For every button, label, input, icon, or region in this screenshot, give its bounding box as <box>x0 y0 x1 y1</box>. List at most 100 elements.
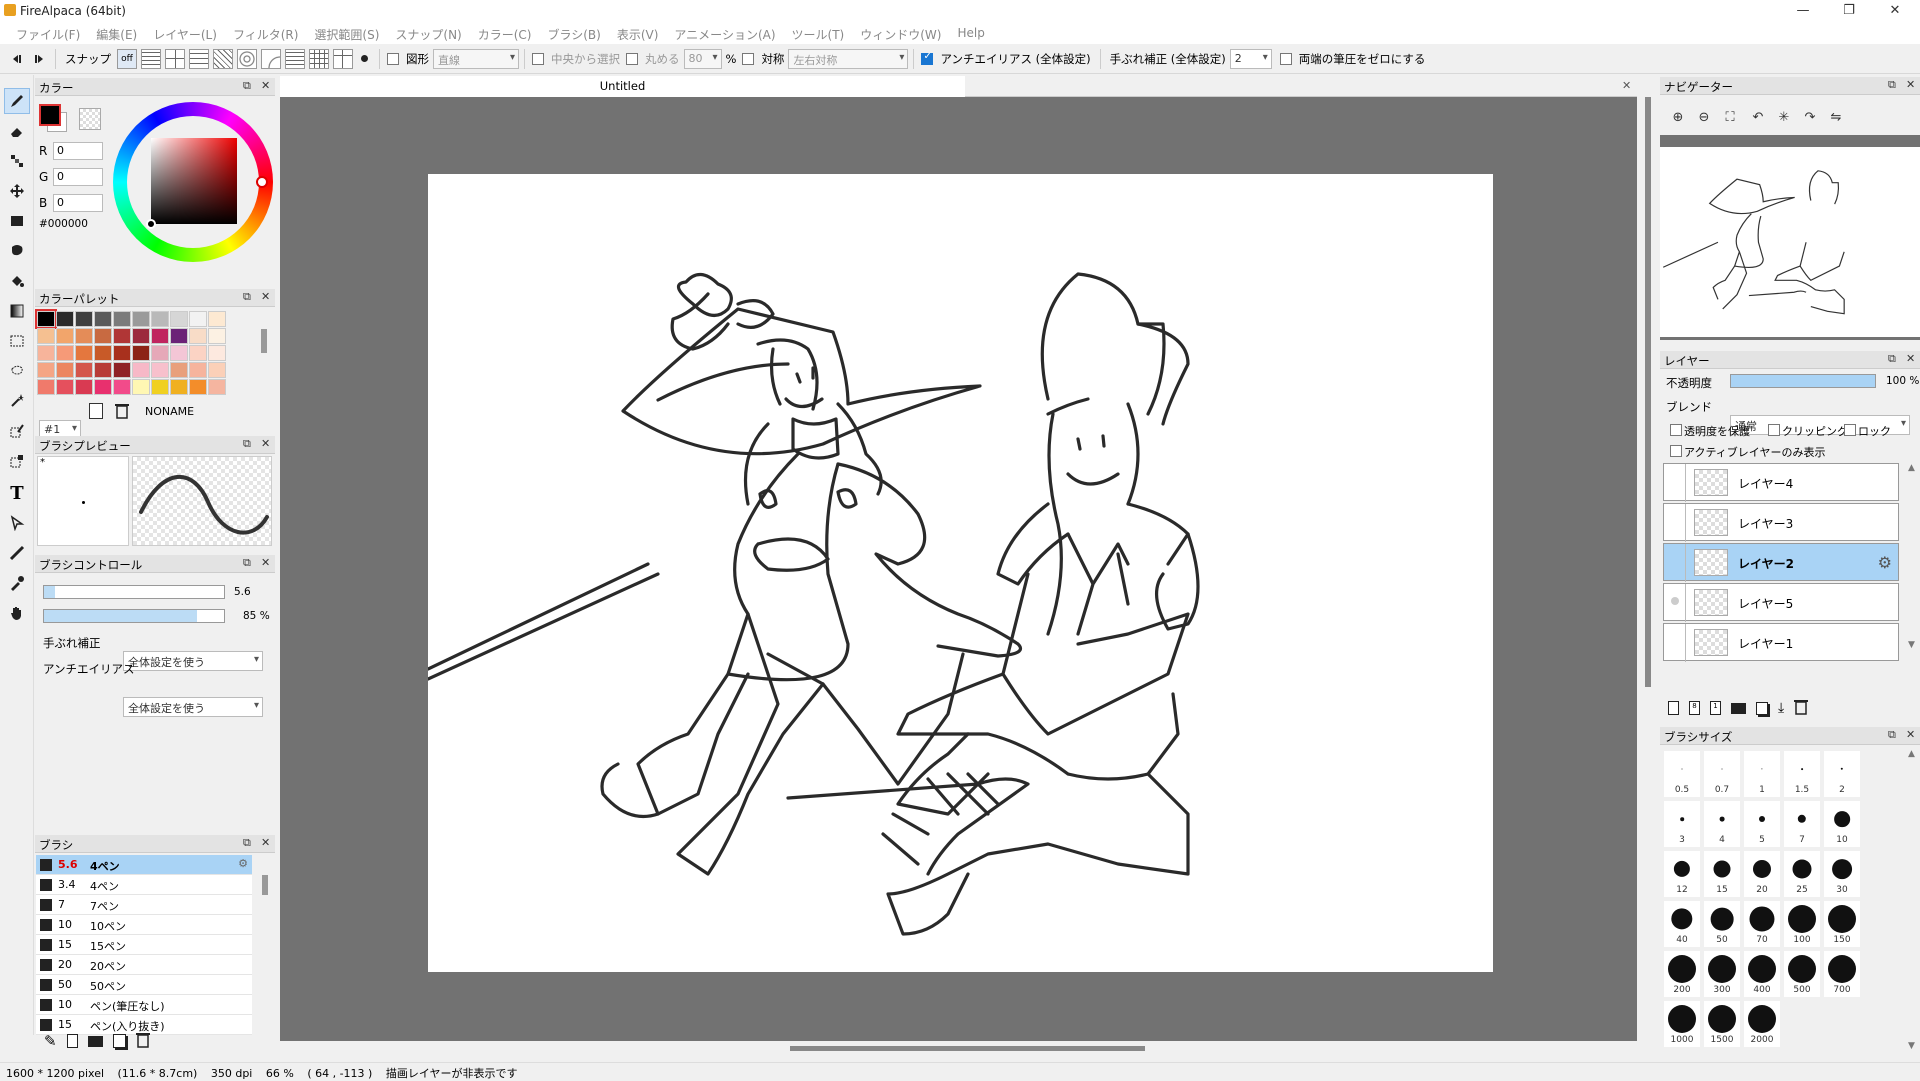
brush-size-option[interactable]: 0.5 <box>1664 751 1700 797</box>
palette-swatch[interactable] <box>56 328 74 344</box>
palette-swatch[interactable] <box>37 362 55 378</box>
palette-swatch[interactable] <box>170 311 188 327</box>
brush-size-option[interactable]: 4 <box>1704 801 1740 847</box>
menu-item[interactable]: 表示(V) <box>609 22 667 44</box>
panel-float-icon[interactable]: ⧉ <box>1888 728 1896 742</box>
magic-wand-tool[interactable] <box>4 388 30 414</box>
brush-size-option[interactable]: 1.5 <box>1784 751 1820 797</box>
panel-float-icon[interactable]: ⧉ <box>243 556 251 570</box>
palette-swatch[interactable] <box>151 345 169 361</box>
hue-picker-handle[interactable] <box>256 176 268 188</box>
palette-swatch[interactable] <box>113 311 131 327</box>
zero-pressure-checkbox[interactable] <box>1279 52 1292 65</box>
brush-settings-gear-icon[interactable]: ⚙ <box>238 857 248 870</box>
brush-size-option[interactable]: 70 <box>1744 901 1780 947</box>
palette-swatch[interactable] <box>132 379 150 395</box>
brush-stabilizer-dropdown[interactable]: 全体設定を使う <box>123 651 263 671</box>
brush-size-option[interactable]: 15 <box>1704 851 1740 897</box>
eyedropper-tool[interactable] <box>4 570 30 596</box>
menu-item[interactable]: ウィンドウ(W) <box>852 22 949 44</box>
palette-swatch[interactable] <box>94 379 112 395</box>
dot-tool[interactable] <box>4 148 30 174</box>
brush-size-scroll-down[interactable]: ▼ <box>1908 1041 1915 1051</box>
menu-item[interactable]: 選択範囲(S) <box>306 22 387 44</box>
brush-size-option[interactable]: 25 <box>1784 851 1820 897</box>
menu-item[interactable]: フィルタ(R) <box>225 22 306 44</box>
menu-item[interactable]: ファイル(F) <box>8 22 88 44</box>
zoom-fit-icon[interactable]: ⛶ <box>1720 107 1740 127</box>
stabilizer-dropdown[interactable]: 2 <box>1229 48 1272 69</box>
layer-list-scroll-up[interactable]: ▲ <box>1908 463 1915 473</box>
palette-swatch[interactable] <box>56 379 74 395</box>
active-only-checkbox[interactable] <box>1670 445 1682 457</box>
palette-swatch[interactable] <box>37 379 55 395</box>
brush-size-option[interactable]: 1 <box>1744 751 1780 797</box>
brush-size-option[interactable]: 0.7 <box>1704 751 1740 797</box>
palette-swatch[interactable] <box>94 311 112 327</box>
panel-close-icon[interactable]: ✕ <box>261 290 270 303</box>
menu-item[interactable]: レイヤー(L) <box>145 22 225 44</box>
palette-swatch[interactable] <box>113 328 131 344</box>
palette-swatch[interactable] <box>132 345 150 361</box>
gradient-tool[interactable] <box>4 298 30 324</box>
palette-swatch[interactable] <box>75 362 93 378</box>
select-pen-tool[interactable] <box>4 418 30 444</box>
divide-tool[interactable] <box>4 540 30 566</box>
panel-close-icon[interactable]: ✕ <box>1906 352 1915 365</box>
palette-swatch[interactable] <box>113 379 131 395</box>
palette-scrollbar[interactable] <box>261 329 267 353</box>
brush-size-option[interactable]: 200 <box>1664 951 1700 997</box>
b-input[interactable]: 0 <box>53 194 103 212</box>
panel-close-icon[interactable]: ✕ <box>1906 728 1915 741</box>
brush-size-option[interactable]: 500 <box>1784 951 1820 997</box>
symmetry-dropdown[interactable]: 左右対称 <box>788 48 909 69</box>
minimize-button[interactable]: — <box>1780 0 1826 22</box>
panel-close-icon[interactable]: ✕ <box>261 836 270 849</box>
palette-swatch[interactable] <box>56 362 74 378</box>
brush-list-item[interactable]: 50 50ペン <box>36 975 252 995</box>
canvas-horizontal-scrollbar[interactable] <box>790 1046 1145 1051</box>
palette-swatch[interactable] <box>94 345 112 361</box>
new-8bit-layer-icon[interactable]: 8 <box>1689 701 1700 715</box>
brush-size-option[interactable]: 100 <box>1784 901 1820 947</box>
snap-custom-button[interactable] <box>333 48 353 69</box>
layer-opacity-slider[interactable] <box>1730 374 1876 388</box>
layer-row[interactable]: レイヤー1 <box>1663 623 1899 662</box>
layer-settings-gear-icon[interactable]: ⚙ <box>1878 553 1892 572</box>
palette-swatch[interactable] <box>170 345 188 361</box>
palette-swatch[interactable] <box>113 362 131 378</box>
add-brush-icon[interactable]: ✎ <box>44 1032 57 1050</box>
new-layer-icon[interactable] <box>1668 701 1679 715</box>
palette-swatch[interactable] <box>35 309 57 329</box>
rotate-right-icon[interactable]: ↷ <box>1800 107 1820 127</box>
brush-opacity-slider[interactable] <box>43 609 225 623</box>
panel-float-icon[interactable]: ⧉ <box>243 79 251 93</box>
layer-visibility-toggle[interactable] <box>1664 584 1686 622</box>
panel-float-icon[interactable]: ⧉ <box>243 437 251 451</box>
layer-row[interactable]: レイヤー2 ⚙ <box>1663 543 1899 582</box>
palette-swatch[interactable] <box>37 345 55 361</box>
zoom-in-icon[interactable]: ⊕ <box>1668 107 1688 127</box>
shape-dropdown[interactable]: 直線 <box>433 48 519 69</box>
palette-swatch[interactable] <box>189 379 207 395</box>
brush-folder-icon[interactable] <box>87 1035 103 1047</box>
menu-item[interactable]: Help <box>949 22 992 44</box>
g-input[interactable]: 0 <box>53 168 103 186</box>
brush-list-item[interactable]: 5.6 4ペン ⚙ <box>36 855 252 875</box>
palette-swatch[interactable] <box>189 362 207 378</box>
lasso-select-tool[interactable] <box>4 358 30 384</box>
hand-tool[interactable] <box>4 600 30 626</box>
layer-visibility-toggle[interactable] <box>1664 464 1686 502</box>
palette-swatch[interactable] <box>170 379 188 395</box>
brush-size-option[interactable]: 12 <box>1664 851 1700 897</box>
lock-checkbox[interactable] <box>1844 424 1856 436</box>
brush-size-option[interactable]: 50 <box>1704 901 1740 947</box>
brush-size-option[interactable]: 30 <box>1824 851 1860 897</box>
palette-swatch[interactable] <box>151 362 169 378</box>
menu-item[interactable]: ツール(T) <box>784 22 853 44</box>
panel-float-icon[interactable]: ⧉ <box>1888 78 1896 92</box>
snap-grid-button[interactable] <box>285 48 305 69</box>
brush-size-option[interactable]: 40 <box>1664 901 1700 947</box>
symmetry-checkbox[interactable] <box>742 52 755 65</box>
palette-swatch[interactable] <box>208 311 226 327</box>
